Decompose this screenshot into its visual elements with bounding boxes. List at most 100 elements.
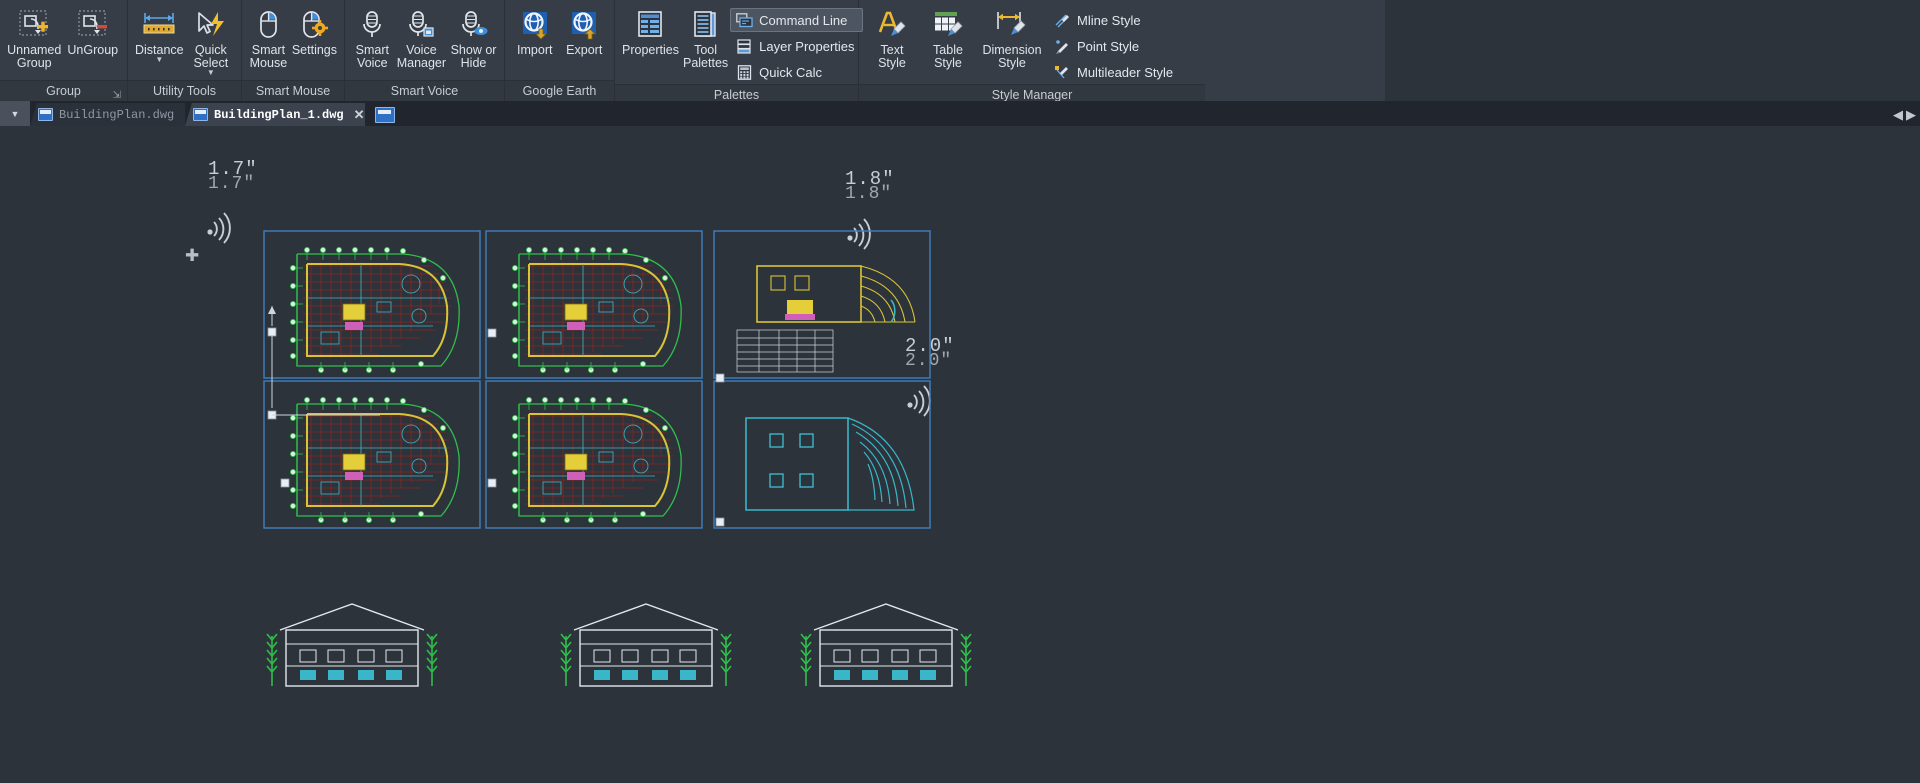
- tab-close-button[interactable]: ✕: [354, 107, 365, 123]
- quick-select-button[interactable]: Quick Select ▼: [186, 4, 236, 77]
- calculator-icon: [735, 63, 753, 81]
- properties-button[interactable]: Properties: [620, 4, 681, 58]
- tab-scroll-controls: ◀ ▶: [1893, 107, 1916, 123]
- smart-voice-label-text: Smart Voice: [390, 84, 459, 98]
- globe-import-icon: [519, 8, 551, 42]
- smart-mouse-settings-label: Settings: [291, 43, 337, 57]
- point-style-icon: [1053, 37, 1071, 55]
- ribbon-group-label-utility-tools: Utility Tools: [128, 80, 241, 101]
- smart-mouse-settings-button[interactable]: Settings: [290, 4, 339, 58]
- unnamed-group-label: Unnamed Group: [7, 43, 62, 70]
- dimension-style-icon: [994, 8, 1030, 42]
- dwg-file-icon-active: [193, 108, 208, 121]
- document-tab-bar: chevron-down-icon ▼ BuildingPlan.dwg Bui…: [0, 101, 1920, 126]
- text-style-label: Text Style: [878, 43, 906, 70]
- tab-buildingplan-1[interactable]: BuildingPlan_1.dwg ✕: [185, 103, 365, 126]
- ungroup-label: UnGroup: [67, 43, 119, 57]
- style-manager-list: Mline Style Point Style Multileader Styl…: [1048, 4, 1181, 84]
- unnamed-group-button[interactable]: Unnamed Group: [5, 4, 64, 71]
- point-style-label: Point Style: [1077, 38, 1140, 54]
- show-or-hide-label: Show or Hide: [450, 43, 497, 70]
- quick-calc-label: Quick Calc: [759, 64, 823, 80]
- microphone-icon: [359, 8, 385, 42]
- table-style-button[interactable]: Table Style: [920, 4, 976, 71]
- ungroup-button[interactable]: UnGroup: [64, 4, 123, 58]
- properties-panel-icon: [635, 8, 665, 42]
- multileader-style-button[interactable]: Multileader Style: [1048, 60, 1181, 84]
- mouse-icon: [254, 8, 282, 42]
- smart-mouse-button[interactable]: Smart Mouse: [247, 4, 290, 71]
- ribbon-group-smart-mouse: Smart Mouse Settings Smart Mouse: [242, 0, 345, 101]
- ribbon-group-label-smart-voice: Smart Voice: [345, 80, 504, 101]
- quick-calc-button[interactable]: Quick Calc: [730, 60, 862, 84]
- table-style-icon: [932, 8, 964, 42]
- cad-drawing: [263, 230, 972, 687]
- palettes-label-text: Palettes: [713, 88, 760, 102]
- group-remove-icon: [76, 8, 110, 42]
- layers-icon: [735, 37, 753, 55]
- tab-buildingplan-1-label: BuildingPlan_1.dwg: [214, 107, 344, 122]
- import-button[interactable]: Import: [510, 4, 560, 58]
- smart-mouse-label: Smart Mouse: [249, 43, 288, 70]
- ribbon-group-label-smart-mouse: Smart Mouse: [242, 80, 344, 101]
- command-line-label: Command Line: [759, 12, 848, 28]
- tab-scroll-left-button[interactable]: ◀: [1893, 107, 1903, 123]
- tab-buildingplan[interactable]: BuildingPlan.dwg: [30, 103, 185, 126]
- distance-ruler-icon: [140, 8, 178, 42]
- voice-manager-button[interactable]: Voice Manager: [395, 4, 448, 71]
- palettes-list: Command Line Layer Properties Quick Calc: [730, 4, 863, 84]
- multileader-style-icon: [1053, 63, 1071, 81]
- tool-palettes-icon: [691, 8, 721, 42]
- export-label: Export: [566, 43, 603, 57]
- ribbon-group-label-google-earth: Google Earth: [505, 80, 614, 101]
- dwg-file-icon: [38, 108, 53, 121]
- quick-select-chevron-down-icon[interactable]: ▼: [207, 69, 215, 77]
- ribbon-group-label-group: Group ⇲: [0, 80, 127, 101]
- properties-label: Properties: [622, 43, 679, 57]
- group-label-text: Group: [46, 84, 81, 98]
- tab-menu-arrow-glyph: ▼: [10, 108, 20, 119]
- text-style-button[interactable]: Text Style: [864, 4, 920, 71]
- import-label: Import: [517, 43, 553, 57]
- mline-style-icon: [1053, 11, 1071, 29]
- dimension-style-button[interactable]: Dimension Style: [976, 4, 1048, 71]
- tab-scroll-right-button[interactable]: ▶: [1906, 107, 1916, 123]
- mouse-gear-icon: [299, 8, 329, 42]
- utility-tools-label-text: Utility Tools: [153, 84, 216, 98]
- show-or-hide-button[interactable]: Show or Hide: [448, 4, 499, 71]
- ribbon-group-palettes: Properties Tool Palettes Command Line La…: [615, 0, 863, 105]
- ribbon-group-style-manager: Text Style Table Style Dimension Style M…: [859, 0, 1205, 105]
- point-style-button[interactable]: Point Style: [1048, 34, 1181, 58]
- distance-button[interactable]: Distance ▼: [133, 4, 186, 64]
- microphone-manager-icon: [406, 8, 436, 42]
- smart-voice-label: Smart Voice: [355, 43, 390, 70]
- text-style-icon: [876, 8, 908, 42]
- layer-properties-button[interactable]: Layer Properties: [730, 34, 862, 58]
- tool-palettes-button[interactable]: Tool Palettes: [681, 4, 730, 71]
- command-line-button[interactable]: Command Line: [730, 8, 863, 32]
- globe-export-icon: [568, 8, 600, 42]
- dimension-style-label: Dimension Style: [982, 43, 1042, 70]
- smart-voice-button[interactable]: Smart Voice: [350, 4, 395, 71]
- group-add-icon: [17, 8, 51, 42]
- new-tab-button[interactable]: [375, 107, 395, 123]
- ribbon-group-utility-tools: Distance ▼ Quick Select ▼ Utility Tools: [128, 0, 242, 101]
- distance-chevron-down-icon[interactable]: ▼: [155, 56, 163, 64]
- tool-palettes-label: Tool Palettes: [682, 43, 729, 70]
- ribbon-group-google-earth: Import Export Google Earth: [505, 0, 615, 101]
- mline-style-button[interactable]: Mline Style: [1048, 8, 1181, 32]
- style-manager-label-text: Style Manager: [991, 88, 1073, 102]
- smart-mouse-label-text: Smart Mouse: [255, 84, 331, 98]
- multileader-style-label: Multileader Style: [1077, 64, 1174, 80]
- mline-style-label: Mline Style: [1077, 12, 1141, 28]
- drawing-canvas[interactable]: 1.7" 1.7" 1.8" 1.8" 2.0" 2.0" ✚: [0, 126, 1920, 783]
- layer-properties-label: Layer Properties: [759, 38, 855, 54]
- ribbon-group-group: Unnamed Group UnGroup Group ⇲: [0, 0, 128, 101]
- microphone-eye-icon: [459, 8, 489, 42]
- ribbon-toolbar: Unnamed Group UnGroup Group ⇲ Distance ▼…: [0, 0, 1385, 105]
- tab-buildingplan-label: BuildingPlan.dwg: [59, 107, 175, 122]
- export-button[interactable]: Export: [560, 4, 610, 58]
- tab-list-menu-button[interactable]: chevron-down-icon ▼: [0, 101, 30, 126]
- ribbon-group-smart-voice: Smart Voice Voice Manager Show or Hide S…: [345, 0, 505, 101]
- voice-manager-label: Voice Manager: [396, 43, 447, 70]
